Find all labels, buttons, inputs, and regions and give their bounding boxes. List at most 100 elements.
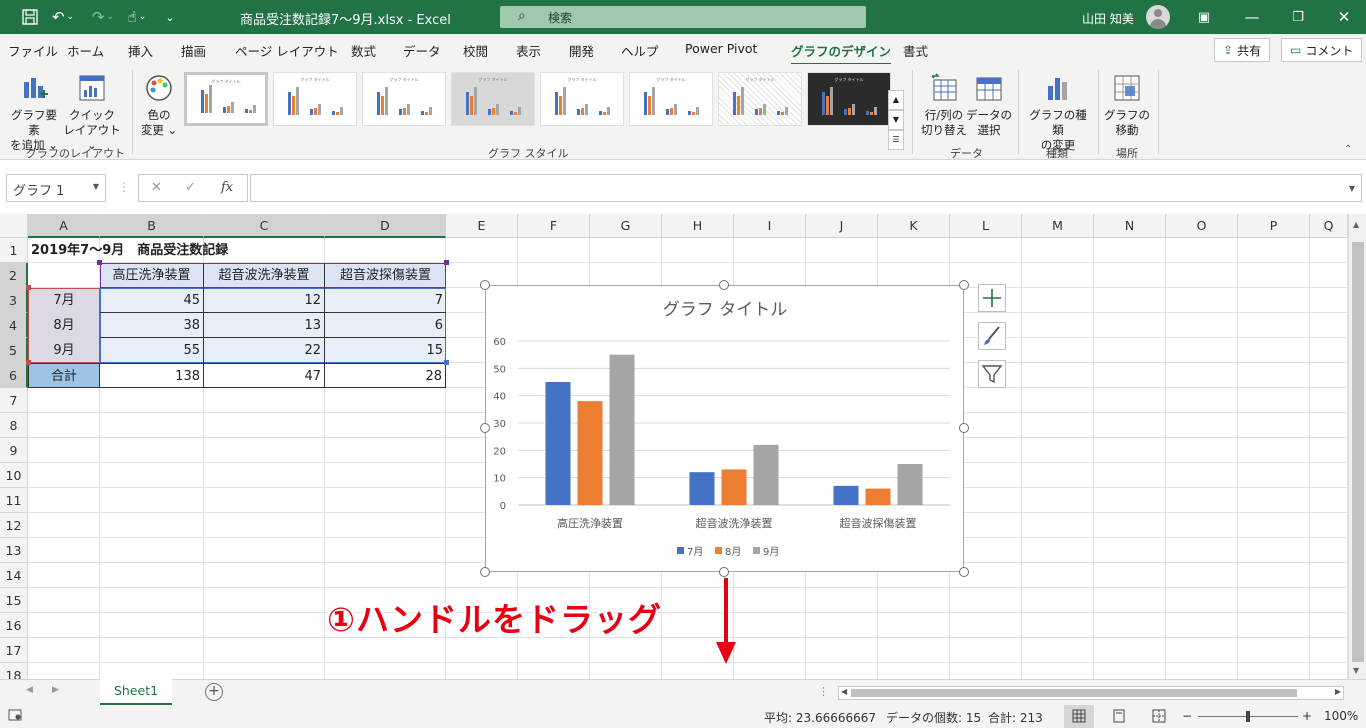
column-header[interactable]: E: [446, 214, 518, 238]
tab-data[interactable]: データ: [403, 41, 441, 60]
tab-developer[interactable]: 開発: [569, 41, 594, 60]
column-header[interactable]: F: [518, 214, 590, 238]
resize-handle-top-left[interactable]: [480, 280, 490, 290]
resize-handle-top-right[interactable]: [959, 280, 969, 290]
gallery-scroll[interactable]: ▲ ▼ ☰: [888, 90, 904, 150]
tab-home[interactable]: ホーム: [67, 41, 104, 60]
customize-toolbar-icon[interactable]: ⌄: [162, 7, 178, 27]
data-cell[interactable]: 55: [100, 338, 204, 363]
column-header[interactable]: A: [28, 214, 100, 238]
row-header[interactable]: 2: [0, 263, 28, 288]
share-button[interactable]: ⇪ 共有: [1214, 38, 1271, 62]
tab-insert[interactable]: 挿入: [128, 41, 153, 60]
row-header[interactable]: 15: [0, 588, 28, 613]
gallery-up-icon[interactable]: ▲: [888, 90, 904, 110]
add-sheet-icon[interactable]: +: [205, 683, 223, 701]
header-cell[interactable]: 高圧洗浄装置: [100, 263, 204, 288]
search-input[interactable]: ⌕ 検索: [500, 6, 866, 28]
data-cell[interactable]: 7: [325, 288, 446, 313]
data-cell[interactable]: 13: [204, 313, 325, 338]
save-icon[interactable]: [20, 7, 40, 27]
normal-view-icon[interactable]: [1064, 705, 1094, 728]
column-header[interactable]: N: [1094, 214, 1166, 238]
minimize-icon[interactable]: —: [1242, 7, 1262, 27]
change-colors-button[interactable]: 色の 変更 ⌄: [136, 72, 182, 138]
total-cell[interactable]: 138: [100, 363, 204, 388]
resize-handle-right[interactable]: [959, 423, 969, 433]
chart-elements-button[interactable]: [978, 284, 1006, 312]
close-icon[interactable]: ✕: [1334, 7, 1354, 27]
column-header[interactable]: P: [1238, 214, 1310, 238]
tab-page-layout[interactable]: ページ レイアウト: [235, 41, 339, 60]
zoom-out-icon[interactable]: −: [1182, 709, 1192, 723]
row-header[interactable]: 14: [0, 563, 28, 588]
undo-icon[interactable]: ↶ ⌄: [48, 7, 78, 27]
ribbon-display-icon[interactable]: ▣: [1194, 7, 1214, 27]
column-header[interactable]: J: [806, 214, 878, 238]
chart[interactable]: グラフ タイトル 0 10 20 30 40 50 60 高圧洗浄装置 超音波洗浄装置 超音波探傷装…: [485, 285, 964, 572]
avatar[interactable]: [1146, 5, 1170, 29]
column-header[interactable]: C: [204, 214, 325, 238]
row-header[interactable]: 17: [0, 638, 28, 663]
table-title[interactable]: 2019年7～9月 商品受注数記録: [28, 238, 328, 263]
column-header[interactable]: H: [662, 214, 734, 238]
total-cell[interactable]: 28: [325, 363, 446, 388]
column-header[interactable]: L: [950, 214, 1022, 238]
tab-power-pivot[interactable]: Power Pivot: [685, 41, 757, 56]
scroll-left-icon[interactable]: ◀: [841, 687, 847, 696]
range-handle[interactable]: [97, 260, 102, 265]
scroll-down-icon[interactable]: ▼: [1353, 666, 1359, 675]
row-label-cell[interactable]: 8月: [28, 313, 100, 338]
row-label-cell[interactable]: 9月: [28, 338, 100, 363]
chart-style-thumbnail[interactable]: グラフ タイトル: [362, 72, 446, 126]
column-header[interactable]: I: [734, 214, 806, 238]
gallery-down-icon[interactable]: ▼: [888, 110, 904, 130]
row-header[interactable]: 10: [0, 463, 28, 488]
add-chart-element-button[interactable]: グラフ要素 を追加 ⌄: [6, 72, 62, 153]
row-header[interactable]: 11: [0, 488, 28, 513]
macro-record-icon[interactable]: [8, 708, 22, 725]
switch-row-column-button[interactable]: 行/列の 切り替え: [918, 72, 970, 138]
column-header[interactable]: D: [325, 214, 446, 238]
chart-style-thumbnail[interactable]: グラフ タイトル: [807, 72, 891, 126]
horizontal-scrollbar[interactable]: ◀ ▶: [838, 686, 1344, 700]
enter-icon[interactable]: ✓: [185, 180, 196, 195]
touch-mode-icon[interactable]: ☝ ⌄: [122, 7, 152, 27]
total-label-cell[interactable]: 合計: [28, 363, 100, 388]
column-header[interactable]: Q: [1310, 214, 1348, 238]
page-layout-view-icon[interactable]: [1112, 709, 1126, 726]
chart-style-thumbnail[interactable]: グラフ タイトル: [451, 72, 535, 126]
row-header[interactable]: 18: [0, 663, 28, 679]
select-all-button[interactable]: [0, 214, 28, 238]
data-cell[interactable]: 38: [100, 313, 204, 338]
range-handle[interactable]: [26, 285, 31, 290]
row-header[interactable]: 1: [0, 238, 28, 263]
chart-filters-button[interactable]: [978, 360, 1006, 388]
row-header[interactable]: 8: [0, 413, 28, 438]
column-header[interactable]: K: [878, 214, 950, 238]
data-cell[interactable]: 22: [204, 338, 325, 363]
column-header[interactable]: B: [100, 214, 204, 238]
tab-chart-design[interactable]: グラフのデザイン: [791, 41, 892, 66]
restore-icon[interactable]: ❐: [1288, 7, 1308, 27]
header-cell[interactable]: 超音波探傷装置: [325, 263, 446, 288]
chart-style-thumbnail[interactable]: グラフ タイトル: [540, 72, 624, 126]
row-header[interactable]: 13: [0, 538, 28, 563]
row-header[interactable]: 7: [0, 388, 28, 413]
quick-layout-button[interactable]: クイック レイアウト ⌄: [62, 72, 122, 153]
data-cell[interactable]: 6: [325, 313, 446, 338]
resize-handle-top[interactable]: [719, 280, 729, 290]
select-data-button[interactable]: データの 選択: [966, 72, 1012, 138]
next-sheet-icon[interactable]: ▶: [52, 685, 59, 695]
tab-file[interactable]: ファイル: [8, 41, 58, 60]
resize-handle-bottom-right[interactable]: [959, 567, 969, 577]
row-header[interactable]: 12: [0, 513, 28, 538]
tab-review[interactable]: 校閲: [463, 41, 488, 60]
resize-handle-bottom-left[interactable]: [480, 567, 490, 577]
tab-formulas[interactable]: 数式: [351, 41, 376, 60]
column-header[interactable]: G: [590, 214, 662, 238]
chart-style-thumbnail[interactable]: グラフ タイトル: [629, 72, 713, 126]
redo-icon[interactable]: ↷ ⌄: [88, 7, 118, 27]
range-handle[interactable]: [444, 260, 449, 265]
tab-view[interactable]: 表示: [516, 41, 541, 60]
